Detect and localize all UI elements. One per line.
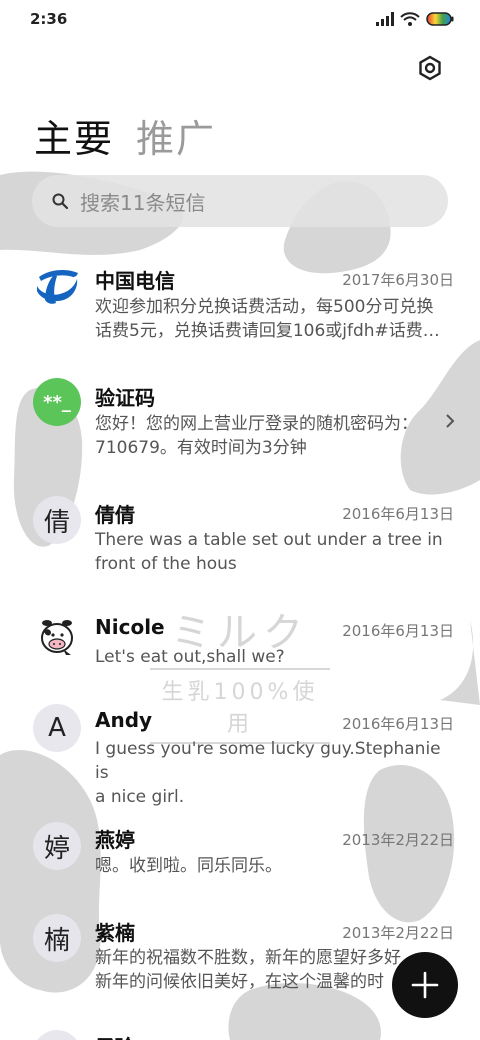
avatar: **_ — [33, 378, 81, 426]
message-row[interactable]: A Andy 2016年6月13日 I guess you're some lu… — [0, 702, 480, 807]
message-date: 2016年6月13日 — [342, 715, 454, 733]
search-bar[interactable]: 搜索11条短信 — [32, 175, 448, 227]
avatar: 楠 — [33, 914, 81, 962]
message-row[interactable]: Nicole 2016年6月13日 Let's eat out,shall we… — [0, 609, 480, 679]
status-icons — [376, 12, 454, 26]
contact-name: 燕婷 — [95, 828, 135, 852]
search-icon — [52, 193, 68, 209]
wifi-icon — [400, 12, 420, 26]
message-row[interactable]: 倩 倩倩 2016年6月13日 There was a table set ou… — [0, 492, 480, 582]
settings-button[interactable] — [416, 54, 444, 82]
message-date: 2016年6月13日 — [342, 622, 454, 640]
contact-name: 紫楠 — [95, 921, 135, 945]
battery-icon — [426, 12, 454, 26]
contact-name: 中国电信 — [95, 269, 175, 293]
message-preview: 欢迎参加积分兑换话费活动，每500分可兑换 话费5元，兑换话费请回复106或jf… — [95, 297, 440, 341]
message-date: 2016年6月13日 — [342, 505, 454, 523]
message-row[interactable]: **_ 验证码 您好！您的网上营业厅登录的随机密码为： 710679。有效时间为… — [0, 375, 480, 465]
search-placeholder: 搜索11条短信 — [80, 190, 206, 215]
contact-name: Andy — [95, 708, 153, 732]
avatar — [33, 611, 81, 659]
message-preview: There was a table set out under a tree i… — [95, 530, 443, 574]
contact-name: Nicole — [95, 615, 165, 639]
message-date: 2013年2月22日 — [342, 831, 454, 849]
status-time: 2:36 — [30, 10, 68, 28]
chevron-right-icon[interactable] — [444, 413, 456, 429]
tab-promotions[interactable]: 推广 — [136, 108, 216, 163]
message-preview: I guess you're some lucky guy.Stephanie … — [95, 739, 441, 807]
plus-icon — [411, 971, 439, 999]
compose-button[interactable] — [392, 952, 458, 1018]
contact-name: 子玲 — [95, 1031, 135, 1040]
avatar: A — [33, 704, 81, 752]
tab-main[interactable]: 主要 — [34, 108, 114, 163]
cow-avatar-icon — [41, 620, 73, 655]
message-preview: Let's eat out,shall we? — [95, 647, 285, 667]
avatar — [33, 261, 81, 309]
tab-bar: 主要 推广 — [34, 108, 216, 163]
message-date: 2017年6月30日 — [342, 271, 454, 289]
avatar: 倩 — [33, 496, 81, 544]
signal-icon — [376, 12, 394, 26]
message-row[interactable]: 中国电信 2017年6月30日 欢迎参加积分兑换话费活动，每500分可兑换 话费… — [0, 258, 480, 358]
china-telecom-logo-icon — [37, 269, 78, 304]
settings-gear-icon — [419, 55, 441, 81]
avatar: 婷 — [33, 822, 81, 870]
avatar — [33, 1030, 81, 1040]
contact-name: 验证码 — [95, 386, 155, 410]
message-preview: 新年的祝福数不胜数，新年的愿望好多好 新年的问候依旧美好，在这个温馨的时 — [95, 948, 401, 992]
message-preview: 嗯。收到啦。同乐同乐。 — [95, 856, 282, 876]
message-preview: 您好！您的网上营业厅登录的随机密码为： 710679。有效时间为3分钟 — [95, 414, 418, 458]
message-row[interactable]: 子玲 — [0, 1026, 480, 1040]
contact-name: 倩倩 — [95, 503, 135, 527]
message-row[interactable]: 婷 燕婷 2013年2月22日 嗯。收到啦。同乐同乐。 — [0, 819, 480, 889]
message-date: 2013年2月22日 — [342, 924, 454, 942]
